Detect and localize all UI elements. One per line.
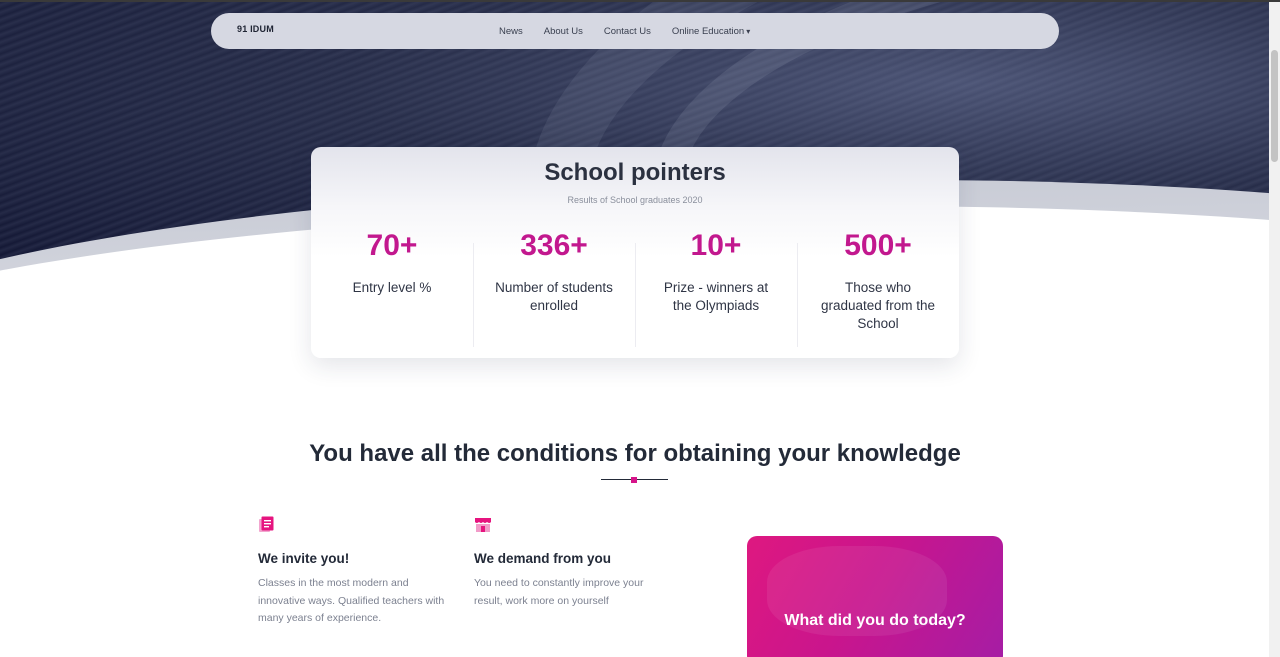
- feature-title: We demand from you: [474, 551, 612, 566]
- feature-text: Classes in the most modern and innovativ…: [258, 577, 445, 624]
- scrollbar-thumb[interactable]: [1271, 50, 1278, 162]
- nav-dropdown-label: Online Education: [671, 25, 745, 37]
- nav-dropdown-online-education[interactable]: Online Education ▾: [672, 26, 750, 37]
- stat-entry-level: 70+ Entry level %: [311, 231, 473, 351]
- document-icon: [259, 516, 274, 532]
- stat-label: Number of students enrolled: [495, 280, 613, 313]
- promo-card[interactable]: What did you do today?: [747, 536, 1003, 657]
- stat-label: Those who graduated from the School: [820, 280, 936, 331]
- card-title: School pointers: [544, 159, 726, 186]
- store-icon: [475, 518, 491, 532]
- stat-value: 500+: [844, 229, 912, 262]
- feature-text: You need to constantly improve your resu…: [474, 577, 644, 607]
- stat-olympiad-winners: 10+ Prize - winners at the Olympiads: [635, 231, 797, 351]
- chevron-down-icon: ▾: [746, 26, 751, 36]
- page-scrollbar[interactable]: [1269, 2, 1280, 657]
- stat-label: Prize - winners at the Olympiads: [663, 280, 769, 313]
- feature-we-demand-from-you: We demand from you You need to constantl…: [474, 516, 664, 610]
- stat-value: 70+: [366, 229, 418, 262]
- nav-link-news[interactable]: News: [499, 26, 523, 37]
- stat-value: 10+: [690, 229, 742, 262]
- school-pointers-card: School pointers Results of School gradua…: [311, 147, 959, 358]
- heading-underline-dot: [631, 477, 637, 483]
- card-subtitle: Results of School graduates 2020: [567, 195, 703, 205]
- site-logo[interactable]: 91 IDUM: [237, 24, 274, 34]
- stat-label: Entry level %: [352, 280, 432, 295]
- feature-we-invite-you: We invite you! Classes in the most moder…: [258, 516, 448, 628]
- nav-link-contact-us[interactable]: Contact Us: [604, 26, 651, 37]
- stat-value: 336+: [520, 229, 588, 262]
- feature-title: We invite you!: [258, 551, 350, 566]
- nav-links: News About Us Contact Us Online Educatio…: [499, 13, 771, 49]
- nav-link-about-us[interactable]: About Us: [544, 26, 583, 37]
- stat-students-enrolled: 336+ Number of students enrolled: [473, 231, 635, 351]
- promo-text: What did you do today?: [784, 612, 966, 629]
- conditions-heading: You have all the conditions for obtainin…: [309, 440, 961, 467]
- top-navbar: 91 IDUM News About Us Contact Us Online …: [211, 13, 1059, 49]
- stat-graduates: 500+ Those who graduated from the School: [797, 231, 959, 351]
